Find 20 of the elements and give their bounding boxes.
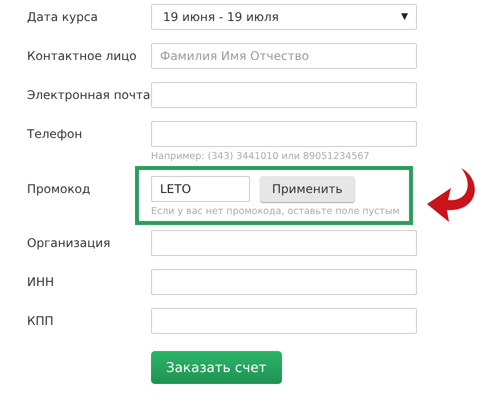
field-label: Промокод (26, 181, 92, 198)
field-label: Контактное лицо (26, 48, 138, 65)
date-select[interactable]: 19 июня - 19 июля ▼ (151, 4, 417, 30)
input-field[interactable] (151, 269, 417, 295)
field-label: Телефон (26, 126, 84, 143)
hint-text: Например: (343) 3441010 или 89051234567 (151, 151, 370, 162)
caret-icon: ▼ (401, 12, 408, 22)
field-label: Дата курса (26, 9, 99, 26)
field-label: Организация (26, 235, 112, 252)
input-field[interactable] (151, 308, 417, 334)
input-field[interactable]: Фамилия Имя Отчество (151, 43, 417, 69)
promo-code-field[interactable]: LETO (151, 176, 250, 202)
input-field[interactable] (151, 82, 417, 108)
apply-button[interactable]: Применить (260, 176, 355, 202)
field-label: ИНН (26, 274, 56, 291)
hint-text: Если у вас нет промокода, оставьте поле пустым (151, 206, 397, 217)
input-field[interactable] (151, 230, 417, 256)
field-label: КПП (26, 313, 55, 330)
input-field[interactable] (151, 121, 417, 147)
field-label: Электронная почта (26, 87, 151, 104)
